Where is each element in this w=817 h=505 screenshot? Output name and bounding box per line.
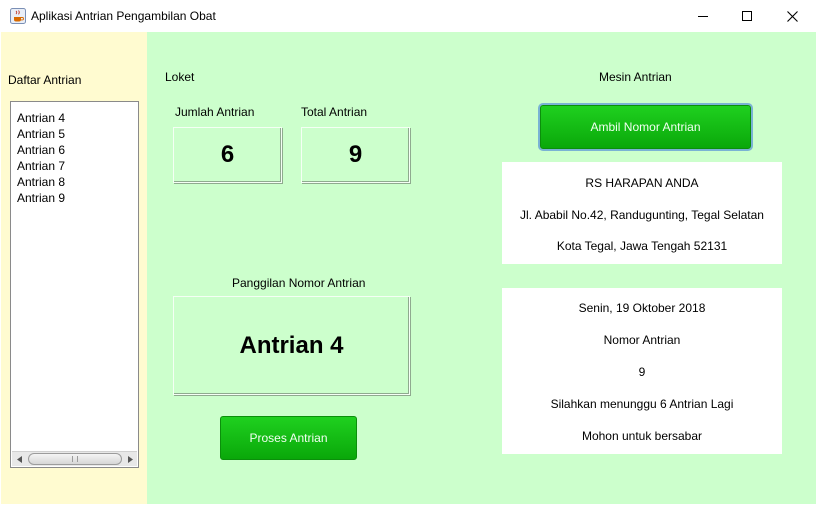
- list-item[interactable]: Antrian 4: [17, 110, 65, 126]
- ticket-number: 9: [638, 365, 646, 379]
- close-icon: [786, 10, 798, 22]
- ticket-number-label: Nomor Antrian: [603, 333, 681, 347]
- hospital-address: Jl. Ababil No.42, Randugunting, Tegal Se…: [520, 208, 764, 222]
- scroll-right-icon[interactable]: [122, 452, 137, 466]
- queue-list-heading: Daftar Antrian: [8, 73, 82, 87]
- hospital-name: RS HARAPAN ANDA: [585, 176, 699, 190]
- hospital-city: Kota Tegal, Jawa Tengah 52131: [556, 239, 728, 253]
- queue-items: Antrian 4 Antrian 5 Antrian 6 Antrian 7 …: [17, 110, 65, 206]
- hospital-info-card: RS HARAPAN ANDA Jl. Ababil No.42, Randug…: [502, 162, 782, 264]
- java-cup-icon: [10, 8, 26, 24]
- title-bar: Aplikasi Antrian Pengambilan Obat: [0, 0, 817, 32]
- window-title: Aplikasi Antrian Pengambilan Obat: [31, 9, 216, 23]
- list-item[interactable]: Antrian 8: [17, 174, 65, 190]
- proses-antrian-button[interactable]: Proses Antrian: [220, 416, 357, 460]
- minimize-icon: [698, 11, 708, 21]
- ticket-closing: Mohon untuk bersabar: [581, 429, 703, 443]
- list-item[interactable]: Antrian 7: [17, 158, 65, 174]
- jumlah-antrian-value: 6: [173, 127, 282, 183]
- minimize-button[interactable]: [680, 0, 726, 32]
- list-item[interactable]: Antrian 9: [17, 190, 65, 206]
- total-antrian-value: 9: [301, 127, 410, 183]
- scrollbar-thumb[interactable]: [28, 453, 122, 465]
- panggilan-label: Panggilan Nomor Antrian: [232, 276, 366, 290]
- list-item[interactable]: Antrian 5: [17, 126, 65, 142]
- ticket-date: Senin, 19 Oktober 2018: [578, 301, 706, 315]
- maximize-button[interactable]: [724, 0, 770, 32]
- ticket-wait-message: Silahkan menunggu 6 Antrian Lagi: [550, 397, 734, 411]
- horizontal-scrollbar[interactable]: [12, 451, 137, 466]
- panggilan-value: Antrian 4: [173, 296, 410, 395]
- scroll-left-icon[interactable]: [12, 452, 27, 466]
- queue-list[interactable]: Antrian 4 Antrian 5 Antrian 6 Antrian 7 …: [10, 101, 139, 468]
- mesin-antrian-heading: Mesin Antrian: [599, 70, 672, 84]
- loket-heading: Loket: [165, 70, 195, 84]
- maximize-icon: [742, 11, 752, 21]
- close-button[interactable]: [769, 0, 815, 32]
- jumlah-antrian-label: Jumlah Antrian: [175, 105, 255, 119]
- total-antrian-label: Total Antrian: [301, 105, 368, 119]
- ambil-nomor-button[interactable]: Ambil Nomor Antrian: [540, 105, 751, 149]
- queue-ticket: Senin, 19 Oktober 2018 Nomor Antrian 9 S…: [502, 288, 782, 454]
- list-item[interactable]: Antrian 6: [17, 142, 65, 158]
